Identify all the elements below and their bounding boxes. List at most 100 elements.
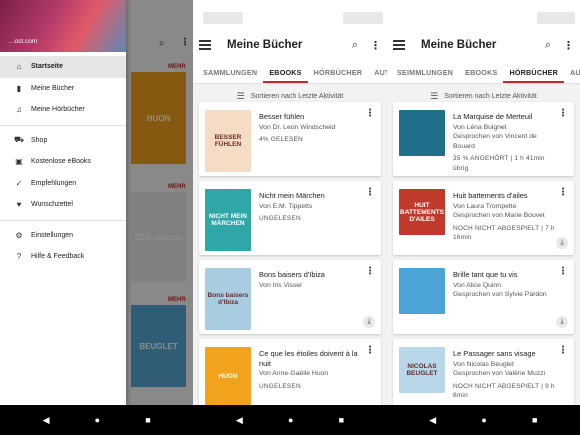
tab-ebooks[interactable]: EBOOKS (459, 68, 503, 83)
back-icon[interactable]: ◀ (236, 415, 243, 426)
book-cover[interactable]: NICHT MEIN MÄRCHEN (205, 189, 251, 251)
tab-autoren[interactable]: AUTOREN (564, 68, 580, 83)
drawer-item-label: Shop (31, 136, 48, 144)
more-options-icon[interactable]: ⋮ (558, 266, 568, 277)
search-icon[interactable]: ⌕ (159, 38, 165, 49)
home-icon[interactable]: ● (288, 415, 293, 425)
tab-sammlungen[interactable]: SAMMLUNGEN (197, 68, 263, 83)
book-cover[interactable]: HUON (205, 347, 251, 405)
tab-seimmlungen[interactable]: SEIMMLUNGEN (391, 68, 459, 83)
drawer-item-kostenlose-ebooks[interactable]: ▣ Kostenlose eBooks (0, 151, 126, 173)
drawer-scrim[interactable] (126, 0, 193, 405)
book-title: Nicht mein Märchen (259, 191, 325, 200)
recents-icon[interactable]: ■ (339, 415, 344, 425)
book-author: Von Alice Quinn (453, 281, 501, 289)
tab-bar: SAMMLUNGENEBOOKSHÖRBÜCHERAUTOREN (193, 54, 387, 84)
book-author: Von Laura Trompette (453, 202, 517, 210)
home-icon[interactable]: ● (95, 415, 100, 425)
drawer-screen: HUON MEHR ZEN attitude MEHR BEUGLET MEHR …ost… (0, 0, 193, 405)
book-author: Von Iris Visser (259, 281, 303, 289)
book-cover[interactable] (399, 110, 445, 156)
book-author: Von Anne-Gaëlle Huon (259, 370, 329, 377)
back-icon[interactable]: ◀ (43, 415, 50, 426)
book-cover[interactable]: NICOLAS BEUGLET (399, 347, 445, 393)
drawer-item-meine-bücher[interactable]: ▮ Meine Bücher (0, 78, 126, 100)
drawer-item-wunschzettel[interactable]: ♥ Wunschzettel (0, 194, 126, 216)
tab-autoren[interactable]: AUTOREN (368, 68, 387, 83)
tab-hörbücher[interactable]: HÖRBÜCHER (308, 68, 369, 83)
book-card[interactable]: La Marquise de Merteuil Von Léna Buignet G… (393, 102, 574, 176)
book-author: Von Nicolas Beuglet (453, 360, 514, 368)
back-icon[interactable]: ◀ (429, 415, 436, 426)
book-status: UNGELESEN (259, 382, 301, 390)
more-options-icon[interactable]: ⋮ (558, 108, 568, 119)
drawer-item-hilfe-feedback[interactable]: ? Hilfe & Feedback (0, 246, 126, 268)
help-icon: ? (16, 252, 22, 262)
book-card[interactable]: Brille tant que tu vis Von Alice Quinn Ges… (393, 260, 574, 334)
book-icon: ▮ (16, 83, 22, 93)
more-options-icon[interactable]: ⋮ (370, 39, 381, 52)
free-book-icon: ▣ (15, 157, 23, 167)
book-cover[interactable]: Bons baisers d'Ibiza (205, 268, 251, 330)
download-icon[interactable]: ⤓ (556, 237, 568, 249)
drawer-item-label: Meine Bücher (31, 84, 75, 92)
book-cover[interactable] (399, 268, 445, 314)
tab-hörbücher[interactable]: HÖRBÜCHER (503, 68, 564, 83)
drawer-item-einstellungen[interactable]: ⚙ Einstellungen (0, 225, 126, 247)
recents-icon[interactable]: ■ (145, 415, 150, 425)
drawer-item-empfehlungen[interactable]: ✓ Empfehlungen (0, 173, 126, 195)
book-card[interactable]: BESSER FÜHLEN Besser fühlen Von Dr. Leon W… (199, 102, 381, 176)
ebooks-screen: Meine Bücher ⌕ ⋮ SAMMLUNGEN EBOOKS HÖRBÜCH… (193, 0, 387, 405)
more-options-icon[interactable]: ⋮ (563, 39, 574, 52)
drawer-item-startseite[interactable]: ⌂ Startseite (0, 56, 126, 78)
book-narrator: Gesprochen von Marie Bouvet (453, 212, 545, 219)
sort-icon: ☰ (236, 90, 245, 101)
download-icon[interactable]: ⤓ (363, 316, 375, 328)
more-options-icon[interactable]: ⋮ (180, 37, 190, 48)
book-card[interactable]: Bons baisers d'Ibiza Bons baisers d'Ibiza… (199, 260, 381, 334)
more-options-icon[interactable]: ⋮ (558, 187, 568, 198)
book-card[interactable]: NICHT MEIN MÄRCHEN Nicht mein Märchen Von … (199, 181, 381, 255)
tab-bar: SEIMMLUNGENEBOOKSHÖRBÜCHERAUTORENSERIEN (387, 54, 580, 84)
cover-title: NICOLAS BEUGLET (406, 363, 438, 377)
more-options-icon[interactable]: ⋮ (558, 345, 568, 356)
search-icon[interactable]: ⌕ (545, 39, 551, 52)
audiobooks-screen: Meine Bücher ⌕ ⋮ SEIMMLUNGEN EBOOKS HÖRBÜC… (387, 0, 580, 405)
account-email[interactable]: …ost.com (8, 38, 37, 45)
drawer-item-shop[interactable]: ⛟ Shop (0, 130, 126, 152)
tab-ebooks[interactable]: EBOOKS (263, 68, 308, 83)
menu-icon[interactable] (393, 39, 405, 51)
status-area (126, 0, 193, 36)
status-bar (387, 0, 580, 36)
book-author: Von Dr. Leon Windscheid (259, 123, 336, 131)
home-icon: ⌂ (16, 62, 22, 72)
book-title: La Marquise de Merteuil (453, 112, 533, 121)
book-card[interactable]: NICOLAS BEUGLET Le Passager sans visage Vo… (393, 339, 574, 405)
more-options-icon[interactable]: ⋮ (365, 345, 375, 356)
cover-title: Bons baisers d'Ibiza (207, 292, 249, 306)
more-options-icon[interactable]: ⋮ (365, 266, 375, 277)
check-circle-icon: ✓ (15, 178, 23, 188)
book-card[interactable]: HUIT BATTEMENTS D'AILES Huit battements d… (393, 181, 574, 255)
drawer-divider (0, 124, 126, 126)
book-narrator: Gesprochen von Vincent de Bouard (453, 133, 537, 150)
home-icon[interactable]: ● (481, 415, 486, 425)
book-cover[interactable]: BESSER FÜHLEN (205, 110, 251, 172)
book-card[interactable]: HUON Ce que les étoiles doivent à la nuit… (199, 339, 381, 405)
search-icon[interactable]: ⌕ (352, 39, 358, 52)
book-title: Besser fühlen (259, 112, 305, 121)
book-title: Le Passager sans visage (453, 349, 536, 358)
download-icon[interactable]: ⤓ (556, 316, 568, 328)
more-options-icon[interactable]: ⋮ (365, 108, 375, 119)
book-info: Besser fühlen Von Dr. Leon Windscheid 4% G… (259, 112, 365, 145)
menu-icon[interactable] (199, 39, 211, 51)
book-narrator: Gesprochen von Valérie Muzzi (453, 370, 546, 377)
more-options-icon[interactable]: ⋮ (365, 187, 375, 198)
book-narrator: Gesprochen von Sylvie Pardon (453, 291, 547, 298)
book-author: Von E.M. Tippetts (259, 202, 313, 210)
drawer-item-meine-hörbücher[interactable]: ♫ Meine Hörbücher (0, 99, 126, 121)
app-bar: Meine Bücher ⌕ ⋮ (387, 36, 580, 54)
recents-icon[interactable]: ■ (532, 415, 537, 425)
sort-icon: ☰ (430, 90, 439, 101)
book-cover[interactable]: HUIT BATTEMENTS D'AILES (399, 189, 445, 235)
